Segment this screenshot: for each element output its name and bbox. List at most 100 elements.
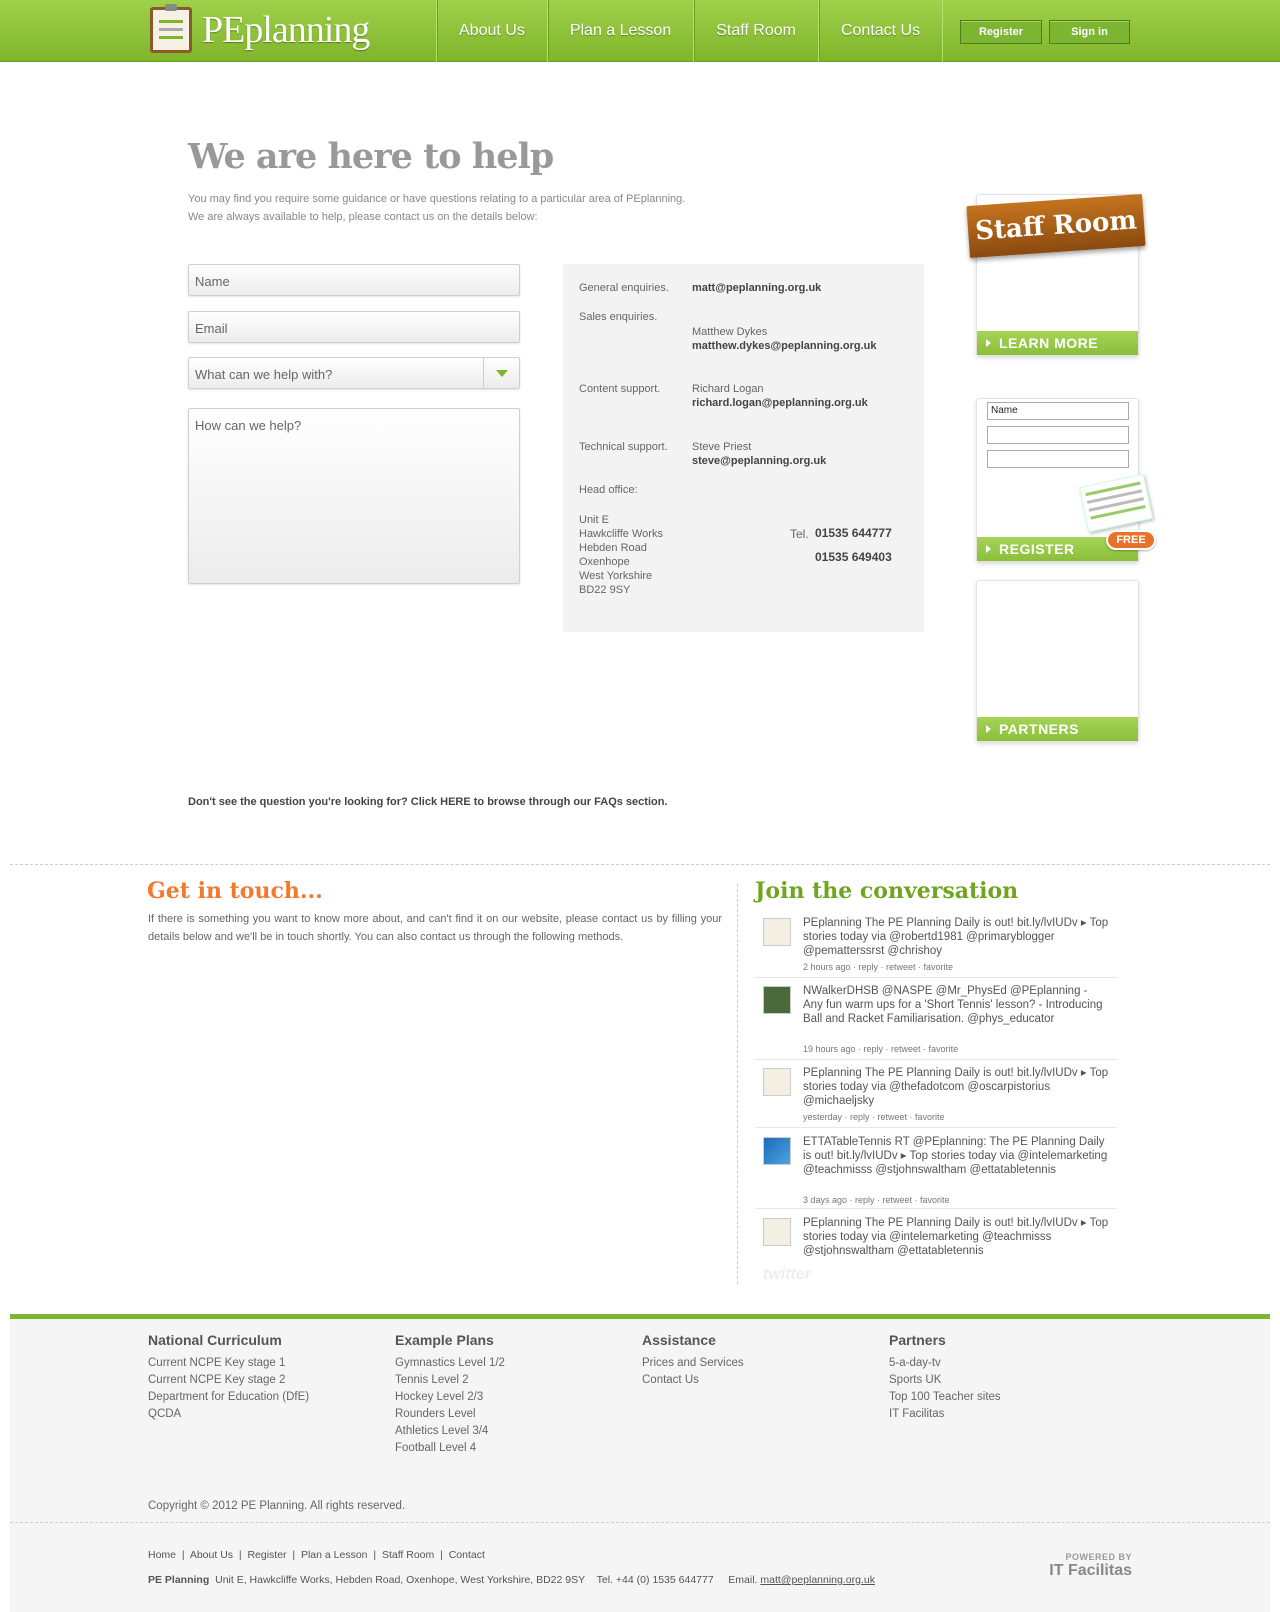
- tweet-avatar[interactable]: [763, 1218, 791, 1246]
- footer-link[interactable]: Current NCPE Key stage 2: [148, 1374, 285, 1386]
- topic-select[interactable]: What can we help with?: [188, 357, 520, 389]
- tweet: PEplanning The PE Planning Daily is out!…: [755, 1212, 1117, 1256]
- footer-nav-register[interactable]: Register: [247, 1549, 286, 1561]
- partners-link[interactable]: PARTNERS: [977, 717, 1138, 741]
- contact-details-box: General enquiries. matt@peplanning.org.u…: [563, 264, 924, 632]
- tweet-text: PEplanning The PE Planning Daily is out!…: [803, 1067, 1109, 1107]
- tech-email[interactable]: steve@peplanning.org.uk: [692, 455, 826, 467]
- tweet-avatar[interactable]: [763, 918, 791, 946]
- powered-by-name: IT Facilitas: [1049, 1562, 1132, 1579]
- footer-nav-about[interactable]: About Us: [190, 1549, 233, 1561]
- tweet-meta[interactable]: 2 hours ago · reply · retweet · favorite: [803, 962, 953, 972]
- tweet-meta[interactable]: 3 days ago · reply · retweet · favorite: [803, 1195, 950, 1205]
- tweet-meta[interactable]: 19 hours ago · reply · retweet · favorit…: [803, 1044, 958, 1054]
- tel-label: Tel.: [790, 527, 809, 541]
- signin-button[interactable]: Sign in: [1049, 20, 1130, 44]
- divider: [10, 864, 1270, 865]
- footer-link[interactable]: Gymnastics Level 1/2: [395, 1357, 505, 1369]
- footer-link[interactable]: IT Facilitas: [889, 1408, 944, 1420]
- tweet-text: PEplanning The PE Planning Daily is out!…: [803, 917, 1109, 957]
- office-address: Unit E Hawkcliffe Works Hebden Road Oxen…: [579, 514, 663, 596]
- footer-link[interactable]: Sports UK: [889, 1374, 941, 1386]
- mini-input-2[interactable]: [987, 426, 1129, 444]
- footer-col-title: Assistance: [642, 1332, 716, 1348]
- footer-link[interactable]: Hockey Level 2/3: [395, 1391, 483, 1403]
- intro-line-2: We are always available to help, please …: [188, 211, 538, 223]
- footer-link[interactable]: Athletics Level 3/4: [395, 1425, 488, 1437]
- footer-nav-contact[interactable]: Contact: [449, 1549, 485, 1561]
- footer-nav-home[interactable]: Home: [148, 1549, 176, 1561]
- faq-link[interactable]: Don't see the question you're looking fo…: [188, 796, 668, 808]
- tweet: PEplanning The PE Planning Daily is out!…: [755, 912, 1117, 978]
- sales-label: Sales enquiries.: [579, 311, 658, 323]
- footer-col-title: Example Plans: [395, 1332, 494, 1348]
- top-navigation-bar: PEplanning About Us Plan a Lesson Staff …: [0, 0, 1280, 62]
- footer-divider: [10, 1522, 1270, 1523]
- nav-staff-room[interactable]: Staff Room: [693, 0, 818, 62]
- footer-link[interactable]: Top 100 Teacher sites: [889, 1391, 1001, 1403]
- learn-more-link[interactable]: LEARN MORE: [977, 331, 1138, 355]
- register-button[interactable]: Register: [960, 20, 1042, 44]
- footer-nav: Home | About Us | Register | Plan a Less…: [148, 1549, 485, 1561]
- tech-name: Steve Priest: [692, 441, 752, 453]
- logo[interactable]: PEplanning: [150, 4, 370, 54]
- get-in-touch-title: Get in touch...: [147, 878, 323, 904]
- tweet-avatar[interactable]: [763, 986, 791, 1014]
- nav-plan-a-lesson[interactable]: Plan a Lesson: [546, 0, 693, 62]
- tweet: ETTATableTennis RT @PEplanning: The PE P…: [755, 1131, 1117, 1209]
- tel-number-2: 01535 649403: [815, 550, 892, 564]
- nav-contact-us[interactable]: Contact Us: [817, 0, 944, 62]
- logo-text: PEplanning: [202, 9, 370, 51]
- footer-tel: Tel. +44 (0) 1535 644777: [596, 1574, 714, 1586]
- tweet-meta[interactable]: yesterday · reply · retweet · favorite: [803, 1112, 945, 1122]
- general-email[interactable]: matt@peplanning.org.uk: [692, 282, 821, 294]
- tweet-text: NWalkerDHSB @NASPE @Mr_PhysEd @PEplannin…: [803, 985, 1103, 1025]
- footer-link[interactable]: Rounders Level: [395, 1408, 476, 1420]
- partners-widget[interactable]: PARTNERS: [976, 580, 1139, 742]
- tech-label: Technical support.: [579, 441, 668, 453]
- tweet-avatar[interactable]: [763, 1137, 791, 1165]
- email-field[interactable]: Email: [188, 311, 520, 343]
- name-field[interactable]: Name: [188, 264, 520, 296]
- footer-address-line: Unit E, Hawkcliffe Works, Hebden Road, O…: [215, 1574, 586, 1586]
- sales-email[interactable]: matthew.dykes@peplanning.org.uk: [692, 340, 877, 352]
- footer-email-label: Email.: [728, 1574, 758, 1586]
- footer-link[interactable]: QCDA: [148, 1408, 181, 1420]
- mini-name-input[interactable]: Name: [987, 402, 1129, 420]
- join-conversation-title: Join the conversation: [755, 878, 1019, 904]
- footer-nav-staff[interactable]: Staff Room: [382, 1549, 434, 1561]
- office-label: Head office:: [579, 484, 638, 496]
- intro-line-1: You may find you require some guidance o…: [188, 193, 686, 205]
- tweet-avatar[interactable]: [763, 1068, 791, 1096]
- tel-number-1: 01535 644777: [815, 526, 892, 540]
- powered-by[interactable]: POWERED BY IT Facilitas: [1040, 1552, 1132, 1580]
- intro-text: You may find you require some guidance o…: [188, 190, 685, 226]
- footer-link[interactable]: Prices and Services: [642, 1357, 744, 1369]
- footer-email[interactable]: matt@peplanning.org.uk: [760, 1574, 875, 1586]
- free-badge: FREE: [1106, 530, 1156, 550]
- page: PEplanning About Us Plan a Lesson Staff …: [0, 0, 1280, 1612]
- footer-link[interactable]: Tennis Level 2: [395, 1374, 469, 1386]
- nav-about-us[interactable]: About Us: [436, 0, 547, 62]
- powered-by-label: POWERED BY: [1065, 1552, 1132, 1562]
- footer-link[interactable]: Football Level 4: [395, 1442, 476, 1454]
- chevron-down-icon[interactable]: [483, 358, 519, 388]
- page-title: We are here to help: [188, 136, 554, 177]
- footer-link[interactable]: 5-a-day-tv: [889, 1357, 941, 1369]
- content-name: Richard Logan: [692, 383, 764, 395]
- message-textarea[interactable]: How can we help?: [188, 408, 520, 584]
- content-label: Content support.: [579, 383, 661, 395]
- tweet: PEplanning The PE Planning Daily is out!…: [755, 1062, 1117, 1128]
- footer-nav-plan[interactable]: Plan a Lesson: [301, 1549, 368, 1561]
- footer-col-title: Partners: [889, 1332, 946, 1348]
- main-nav: About Us Plan a Lesson Staff Room Contac…: [436, 0, 944, 62]
- content-email[interactable]: richard.logan@peplanning.org.uk: [692, 397, 868, 409]
- tweet-text: PEplanning The PE Planning Daily is out!…: [803, 1217, 1109, 1256]
- footer-link[interactable]: Department for Education (DfE): [148, 1391, 309, 1403]
- footer-link[interactable]: Current NCPE Key stage 1: [148, 1357, 285, 1369]
- mini-input-3[interactable]: [987, 450, 1129, 468]
- vertical-divider: [737, 884, 738, 1284]
- footer-col-title: National Curriculum: [148, 1332, 282, 1348]
- twitter-logo[interactable]: twitter: [763, 1266, 811, 1284]
- footer-link[interactable]: Contact Us: [642, 1374, 699, 1386]
